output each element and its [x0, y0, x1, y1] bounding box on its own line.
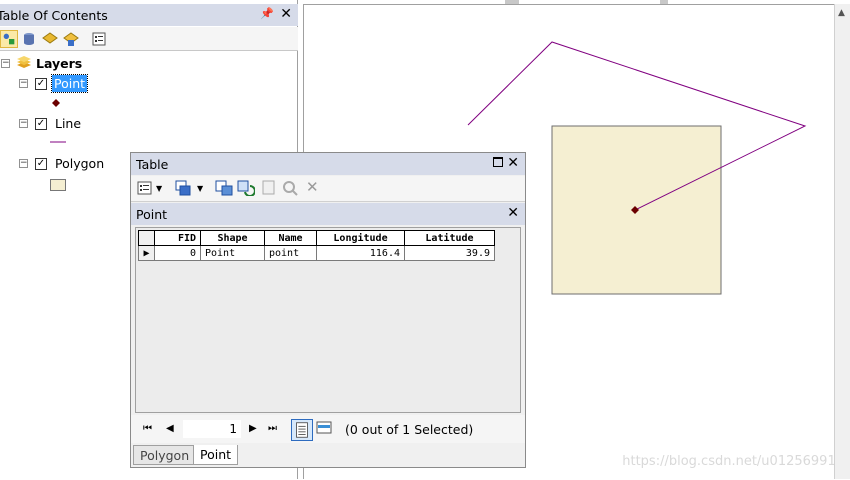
column-header-latitude[interactable]: Latitude: [404, 230, 495, 246]
column-header-longitude[interactable]: Longitude: [316, 230, 405, 246]
polygon-visibility-checkbox[interactable]: ✓: [35, 158, 47, 170]
map-top-handle-2: [660, 0, 668, 4]
previous-record-icon[interactable]: ◀: [166, 423, 174, 434]
tab-polygon[interactable]: Polygon: [133, 445, 197, 465]
list-by-source-icon[interactable]: [20, 30, 38, 48]
tab-point[interactable]: Point: [193, 445, 239, 465]
table-layer-title: Point: [136, 207, 168, 222]
layers-root-label[interactable]: Layers: [36, 56, 82, 71]
switch-selection-icon[interactable]: [237, 180, 255, 196]
current-record-field[interactable]: 1: [183, 420, 241, 438]
select-by-attributes-icon[interactable]: [215, 180, 233, 196]
layer-polygon-label[interactable]: Polygon: [55, 156, 104, 171]
collapse-polygon-toggle[interactable]: −: [19, 159, 28, 168]
clear-selection-icon[interactable]: [262, 180, 276, 196]
attribute-table: FID Shape Name Longitude Latitude ▶ 0 Po…: [138, 230, 495, 261]
map-top-handle: [505, 0, 519, 4]
related-tables-icon[interactable]: [175, 180, 193, 196]
table-row[interactable]: ▶ 0 Point point 116.4 39.9: [138, 245, 495, 261]
last-record-icon[interactable]: ⏭: [268, 423, 277, 434]
collapse-layers-toggle[interactable]: −: [1, 59, 10, 68]
close-icon[interactable]: ✕: [280, 6, 292, 22]
cell-latitude[interactable]: 39.9: [404, 245, 495, 261]
options-icon[interactable]: [90, 30, 108, 48]
header-row: FID Shape Name Longitude Latitude: [138, 230, 495, 246]
line-visibility-checkbox[interactable]: ✓: [35, 118, 47, 130]
polygon-symbol-icon: [50, 179, 66, 191]
layer-line-label[interactable]: Line: [55, 116, 81, 131]
map-vertical-scrollbar[interactable]: ▲: [834, 4, 850, 479]
pin-icon[interactable]: 📌: [260, 7, 274, 20]
selection-status: (0 out of 1 Selected): [345, 422, 474, 437]
show-all-records-icon[interactable]: [291, 419, 313, 441]
list-by-visibility-icon[interactable]: [41, 30, 59, 48]
table-options-dropdown-icon[interactable]: ▼: [156, 184, 162, 193]
cell-shape[interactable]: Point: [200, 245, 265, 261]
toc-toolbar: [0, 27, 298, 51]
line-symbol-icon: [50, 141, 66, 143]
table-toolbar: ▼ ▼ ✕: [131, 176, 525, 202]
column-header-fid[interactable]: FID: [154, 230, 201, 246]
table-title: Table: [136, 157, 169, 172]
row-selector[interactable]: ▶: [138, 245, 155, 261]
table-options-icon[interactable]: [137, 180, 153, 196]
close-layer-table-icon[interactable]: ✕: [507, 205, 519, 221]
next-record-icon[interactable]: ▶: [249, 423, 257, 434]
record-navigation-bar: ⏮ ◀ 1 ▶ ⏭ (0 out of 1 Selected): [131, 415, 525, 443]
cell-longitude[interactable]: 116.4: [316, 245, 405, 261]
column-header-name[interactable]: Name: [264, 230, 317, 246]
scroll-up-icon[interactable]: ▲: [838, 8, 845, 18]
delete-selected-icon[interactable]: ✕: [306, 178, 319, 196]
attribute-grid: FID Shape Name Longitude Latitude ▶ 0 Po…: [135, 227, 521, 413]
show-selected-records-icon[interactable]: [316, 420, 332, 436]
table-window: Table ✕ ▼ ▼ ✕ Point ✕ FID Shape Name Lon…: [130, 152, 526, 468]
maximize-icon[interactable]: [493, 157, 503, 167]
row-selector-header[interactable]: [138, 230, 155, 246]
point-visibility-checkbox[interactable]: ✓: [35, 78, 47, 90]
layers-icon: [17, 56, 31, 68]
list-by-drawing-order-icon[interactable]: [0, 30, 18, 48]
column-header-shape[interactable]: Shape: [200, 230, 265, 246]
table-tabs: Polygon Point: [131, 445, 525, 467]
list-by-selection-icon[interactable]: [62, 30, 80, 48]
point-symbol-icon: [52, 99, 60, 107]
collapse-line-toggle[interactable]: −: [19, 119, 28, 128]
table-title-bar[interactable]: Table ✕: [131, 153, 525, 175]
table-layer-tab-header: Point ✕: [131, 203, 525, 225]
close-icon[interactable]: ✕: [507, 155, 519, 171]
collapse-point-toggle[interactable]: −: [19, 79, 28, 88]
cell-fid[interactable]: 0: [154, 245, 201, 261]
related-tables-dropdown-icon[interactable]: ▼: [197, 184, 203, 193]
toc-title: Table Of Contents: [0, 8, 108, 23]
layer-point-label[interactable]: Point: [50, 74, 89, 93]
first-record-icon[interactable]: ⏮: [143, 423, 152, 434]
zoom-to-selected-icon[interactable]: [282, 180, 298, 196]
cell-name[interactable]: point: [264, 245, 317, 261]
toc-title-bar: Table Of Contents 📌 ✕: [0, 4, 298, 26]
watermark: https://blog.csdn.net/u012569919: [622, 454, 844, 469]
